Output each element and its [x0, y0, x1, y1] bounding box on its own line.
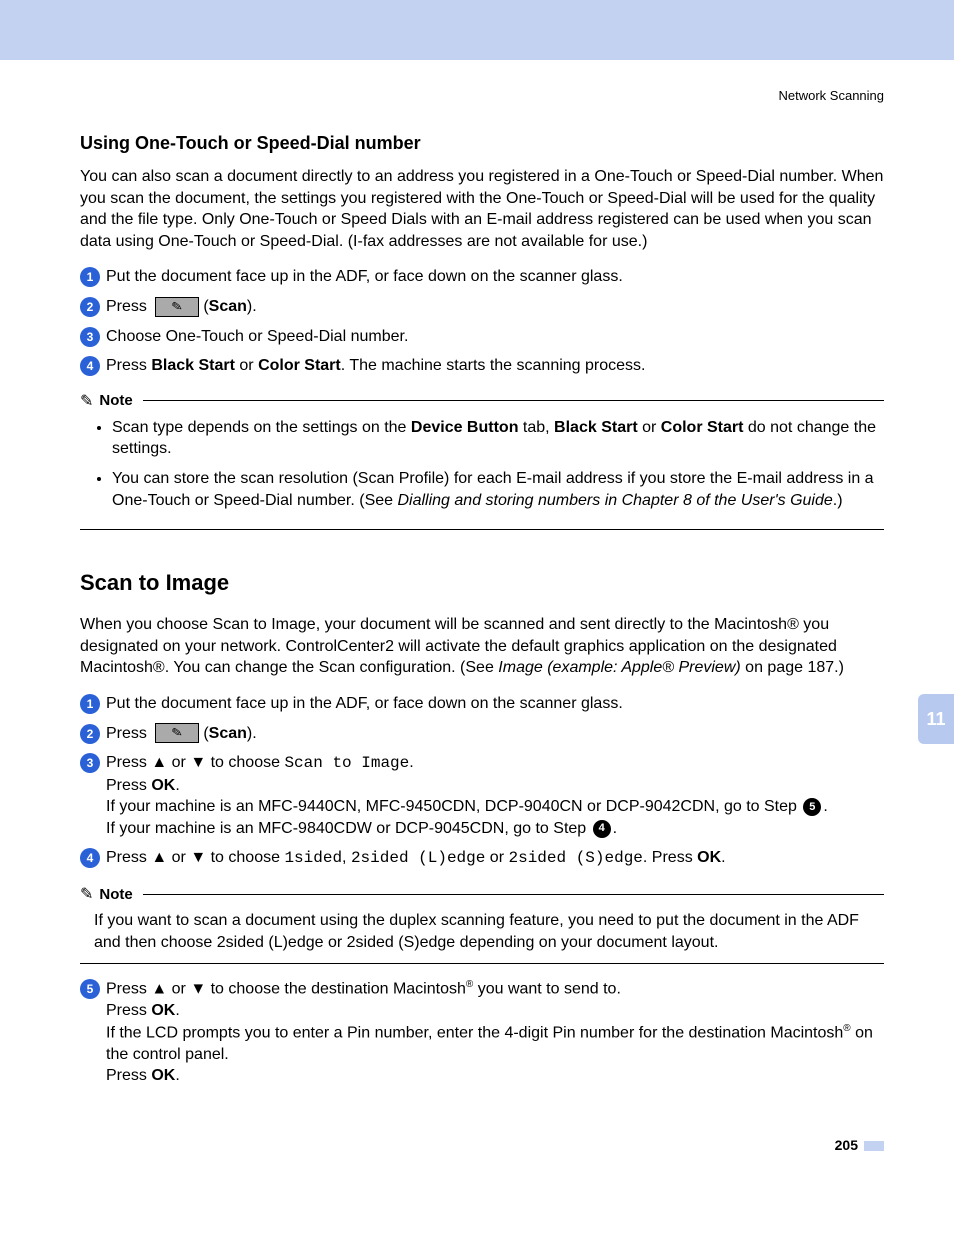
scan-key-icon [155, 297, 199, 317]
note-body: If you want to scan a document using the… [80, 904, 884, 964]
step-text: Press Black Start or Color Start. The ma… [106, 355, 645, 377]
note-block: ✎ Note Scan type depends on the settings… [80, 391, 884, 530]
running-head: Network Scanning [80, 88, 884, 103]
step-text: Choose One-Touch or Speed-Dial number. [106, 326, 408, 348]
note-block-2: ✎ Note If you want to scan a document us… [80, 884, 884, 964]
footer-bar [864, 1141, 884, 1151]
step-text: Press ▲ or ▼ to choose 1sided, 2sided (L… [106, 847, 726, 870]
step-5b: 5 Press ▲ or ▼ to choose the destination… [80, 978, 884, 1087]
step-3b: 3 Press ▲ or ▼ to choose Scan to Image. … [80, 752, 884, 839]
intro-paragraph-2: When you choose Scan to Image, your docu… [80, 614, 884, 679]
page-number: 205 [835, 1137, 858, 1153]
intro-paragraph: You can also scan a document directly to… [80, 166, 884, 252]
section-title-onetouch: Using One-Touch or Speed-Dial number [80, 133, 884, 154]
step-text: Put the document face up in the ADF, or … [106, 266, 623, 288]
note-icon: ✎ [80, 391, 93, 411]
note-item: Scan type depends on the settings on the… [112, 417, 884, 460]
step-text: Press ▲ or ▼ to choose Scan to Image. Pr… [106, 752, 828, 839]
note-icon: ✎ [80, 884, 93, 904]
step-badge: 4 [80, 356, 100, 376]
step-badge: 2 [80, 297, 100, 317]
step-badge: 4 [80, 848, 100, 868]
step-badge: 5 [80, 979, 100, 999]
step-ref-icon: 5 [803, 798, 821, 816]
step-4: 4 Press Black Start or Color Start. The … [80, 355, 884, 377]
note-item: You can store the scan resolution (Scan … [112, 468, 884, 511]
step-badge: 3 [80, 327, 100, 347]
step-ref-icon: 4 [593, 820, 611, 838]
step-3: 3 Choose One-Touch or Speed-Dial number. [80, 326, 884, 348]
step-text: Press (Scan). [106, 723, 257, 745]
note-label: Note [99, 886, 132, 903]
step-2: 2 Press (Scan). [80, 296, 884, 318]
scan-key-icon [155, 723, 199, 743]
step-badge: 2 [80, 724, 100, 744]
step-badge: 3 [80, 753, 100, 773]
step-2b: 2 Press (Scan). [80, 723, 884, 745]
step-4b: 4 Press ▲ or ▼ to choose 1sided, 2sided … [80, 847, 884, 870]
note-label: Note [99, 392, 132, 409]
step-1b: 1 Put the document face up in the ADF, o… [80, 693, 884, 715]
step-1: 1 Put the document face up in the ADF, o… [80, 266, 884, 288]
section-title-scan-to-image: Scan to Image [80, 570, 884, 596]
step-text: Press (Scan). [106, 296, 257, 318]
page-footer: 205 [80, 1137, 884, 1155]
step-badge: 1 [80, 694, 100, 714]
step-text: Put the document face up in the ADF, or … [106, 693, 623, 715]
note-rule [143, 400, 884, 401]
header-band [0, 0, 954, 60]
note-rule [143, 894, 884, 895]
step-badge: 1 [80, 267, 100, 287]
step-text: Press ▲ or ▼ to choose the destination M… [106, 978, 884, 1087]
chapter-tab: 11 [918, 694, 954, 744]
